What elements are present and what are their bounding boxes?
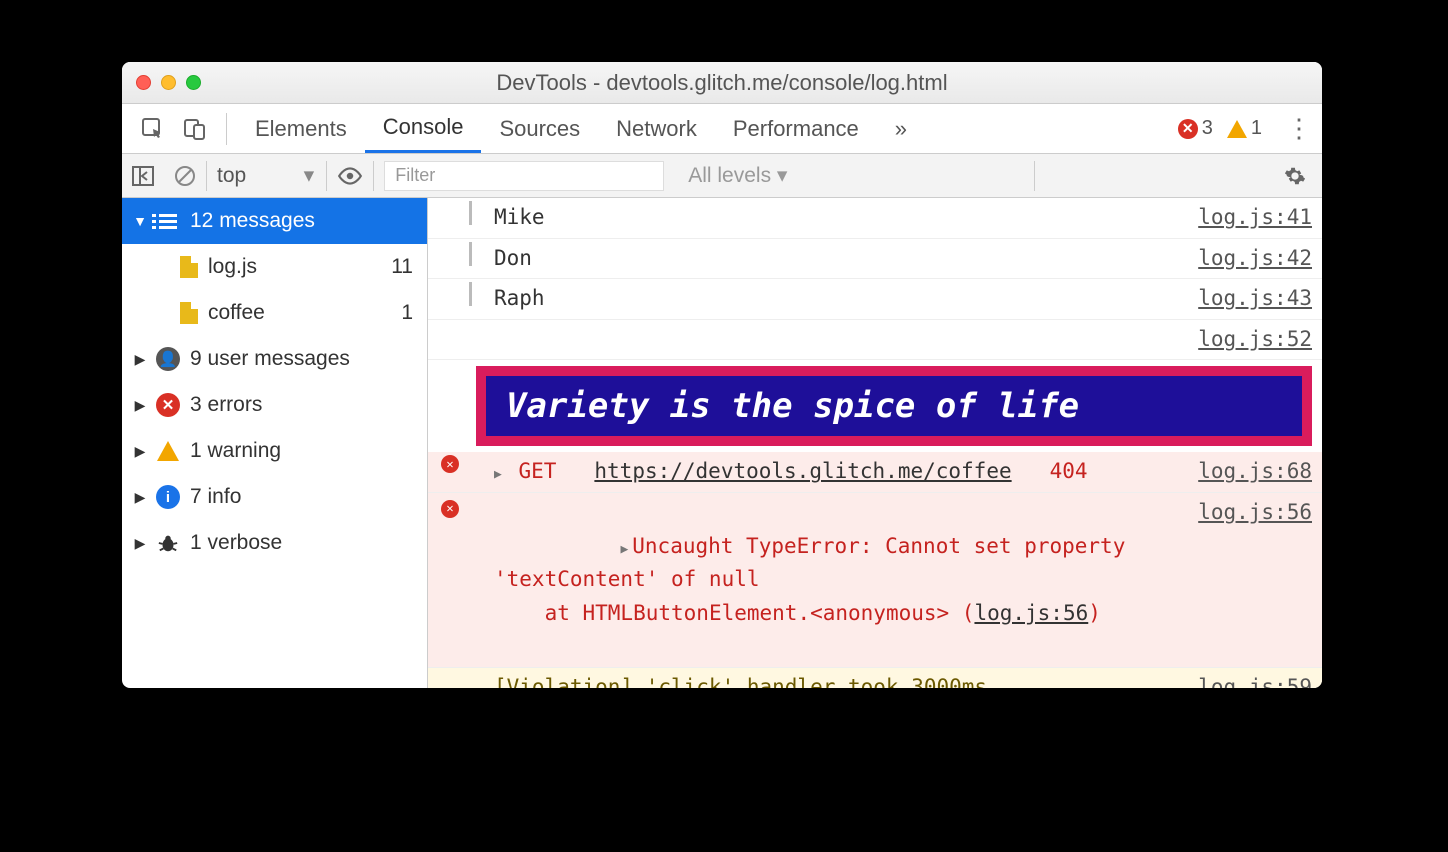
log-pane: Mike log.js:41 Don log.js:42 Raph log.js… bbox=[428, 198, 1322, 688]
file-icon bbox=[180, 256, 198, 278]
sidebar-file-count: 1 bbox=[401, 301, 413, 325]
devtools-window: DevTools - devtools.glitch.me/console/lo… bbox=[122, 62, 1322, 688]
sidebar-file-name: coffee bbox=[208, 301, 265, 325]
sidebar-item-label: 9 user messages bbox=[190, 347, 350, 371]
error-count: 3 bbox=[1202, 117, 1213, 140]
sidebar-file-count: 11 bbox=[391, 255, 413, 279]
tab-network[interactable]: Network bbox=[598, 104, 715, 153]
titlebar: DevTools - devtools.glitch.me/console/lo… bbox=[122, 62, 1322, 104]
log-source[interactable]: log.js:41 bbox=[1198, 201, 1312, 235]
warning-icon bbox=[1227, 120, 1247, 138]
context-selector[interactable]: top bbox=[207, 154, 326, 197]
minimize-icon[interactable] bbox=[161, 75, 176, 90]
kebab-menu-icon[interactable]: ⋮ bbox=[1276, 113, 1322, 144]
sidebar-item-label: 7 info bbox=[190, 485, 241, 509]
request-url[interactable]: https://devtools.glitch.me/coffee bbox=[594, 459, 1011, 483]
chevron-right-icon: ▶ bbox=[130, 535, 150, 552]
tab-bar: Elements Console Sources Network Perform… bbox=[122, 104, 1322, 154]
console-toolbar: top All levels ▾ bbox=[122, 154, 1322, 198]
log-source[interactable]: log.js:59 bbox=[1198, 671, 1312, 688]
sidebar-user-messages[interactable]: ▶ 👤 9 user messages bbox=[122, 336, 427, 382]
log-row[interactable]: Mike log.js:41 bbox=[428, 198, 1322, 239]
styled-log-message: Variety is the spice of life bbox=[476, 366, 1312, 446]
log-message: Mike bbox=[486, 201, 1198, 235]
live-expression-icon[interactable] bbox=[327, 154, 373, 197]
log-row-violation[interactable]: [Violation] 'click' handler took 3000ms … bbox=[428, 668, 1322, 688]
log-source[interactable]: log.js:68 bbox=[1198, 455, 1312, 489]
log-source[interactable]: log.js:42 bbox=[1198, 242, 1312, 276]
tab-performance[interactable]: Performance bbox=[715, 104, 877, 153]
log-row-styled[interactable]: Variety is the spice of life bbox=[428, 360, 1322, 452]
filter-input[interactable] bbox=[384, 161, 664, 191]
error-icon: ✕ bbox=[1178, 119, 1198, 139]
inspect-element-icon[interactable] bbox=[138, 114, 168, 144]
violation-message: [Violation] 'click' handler took 3000ms bbox=[486, 671, 1198, 688]
clear-console-icon[interactable] bbox=[164, 154, 206, 197]
log-row-type-error[interactable]: ✕ ▶ Uncaught TypeError: Cannot set proper… bbox=[428, 493, 1322, 668]
sidebar-item-label: 1 warning bbox=[190, 439, 281, 463]
sidebar-messages-label: 12 messages bbox=[190, 209, 315, 233]
error-message-line: Uncaught TypeError: Cannot set property bbox=[632, 534, 1125, 558]
log-message: Don bbox=[486, 242, 1198, 276]
warning-icon bbox=[157, 441, 179, 461]
error-icon: ✕ bbox=[156, 393, 180, 417]
sidebar: ▼ 12 messages log.js 11 coffee 1 ▶ 👤 9 u… bbox=[122, 198, 428, 688]
window-title: DevTools - devtools.glitch.me/console/lo… bbox=[122, 70, 1322, 96]
chevron-right-icon[interactable]: ▶ bbox=[620, 542, 628, 557]
log-row[interactable]: Don log.js:42 bbox=[428, 239, 1322, 280]
tab-elements[interactable]: Elements bbox=[237, 104, 365, 153]
log-row[interactable]: Raph log.js:43 bbox=[428, 279, 1322, 320]
user-icon: 👤 bbox=[156, 347, 180, 371]
chevron-down-icon: ▼ bbox=[130, 213, 150, 229]
sidebar-messages[interactable]: ▼ 12 messages bbox=[122, 198, 427, 244]
log-row-network-error[interactable]: ✕ ▶ GET https://devtools.glitch.me/coffe… bbox=[428, 452, 1322, 493]
sidebar-file-coffee[interactable]: coffee 1 bbox=[122, 290, 427, 336]
log-levels-selector[interactable]: All levels ▾ bbox=[674, 163, 801, 188]
chevron-right-icon[interactable]: ▶ bbox=[494, 467, 502, 482]
log-message: Raph bbox=[486, 282, 1198, 316]
chevron-right-icon: ▶ bbox=[130, 443, 150, 460]
error-icon: ✕ bbox=[441, 500, 459, 518]
settings-gear-icon[interactable] bbox=[1268, 165, 1322, 187]
toggle-sidebar-icon[interactable] bbox=[122, 154, 164, 197]
chevron-right-icon: ▶ bbox=[130, 489, 150, 506]
log-source[interactable]: log.js:52 bbox=[1198, 323, 1312, 357]
bug-icon bbox=[154, 532, 182, 554]
sidebar-item-label: 1 verbose bbox=[190, 531, 282, 555]
log-row-styled-src[interactable]: log.js:52 bbox=[428, 320, 1322, 361]
chevron-right-icon: ▶ bbox=[130, 397, 150, 414]
sidebar-file-name: log.js bbox=[208, 255, 257, 279]
device-toggle-icon[interactable] bbox=[180, 114, 210, 144]
stack-link[interactable]: log.js:56 bbox=[974, 601, 1088, 625]
chevron-right-icon: ▶ bbox=[130, 351, 150, 368]
sidebar-errors[interactable]: ▶ ✕ 3 errors bbox=[122, 382, 427, 428]
sidebar-verbose[interactable]: ▶ 1 verbose bbox=[122, 520, 427, 566]
http-method: GET bbox=[518, 459, 556, 483]
info-icon: i bbox=[156, 485, 180, 509]
sidebar-info[interactable]: ▶ i 7 info bbox=[122, 474, 427, 520]
close-icon[interactable] bbox=[136, 75, 151, 90]
stack-frame: at HTMLButtonElement.<anonymous> (log.js… bbox=[494, 601, 1101, 625]
warning-count-badge[interactable]: 1 bbox=[1227, 117, 1262, 140]
http-status: 404 bbox=[1050, 459, 1088, 483]
log-source[interactable]: log.js:56 bbox=[1198, 496, 1312, 530]
error-message-line: 'textContent' of null bbox=[494, 567, 760, 591]
error-count-badge[interactable]: ✕ 3 bbox=[1178, 117, 1213, 140]
sidebar-file-logjs[interactable]: log.js 11 bbox=[122, 244, 427, 290]
sidebar-warnings[interactable]: ▶ 1 warning bbox=[122, 428, 427, 474]
list-icon bbox=[154, 214, 182, 229]
console-body: ▼ 12 messages log.js 11 coffee 1 ▶ 👤 9 u… bbox=[122, 198, 1322, 688]
sidebar-item-label: 3 errors bbox=[190, 393, 262, 417]
warning-count: 1 bbox=[1251, 117, 1262, 140]
traffic-lights bbox=[136, 75, 201, 90]
tab-console[interactable]: Console bbox=[365, 104, 482, 153]
tab-sources[interactable]: Sources bbox=[481, 104, 598, 153]
file-icon bbox=[180, 302, 198, 324]
error-icon: ✕ bbox=[441, 455, 459, 473]
maximize-icon[interactable] bbox=[186, 75, 201, 90]
log-source[interactable]: log.js:43 bbox=[1198, 282, 1312, 316]
tabs-overflow-icon[interactable]: » bbox=[877, 104, 925, 153]
